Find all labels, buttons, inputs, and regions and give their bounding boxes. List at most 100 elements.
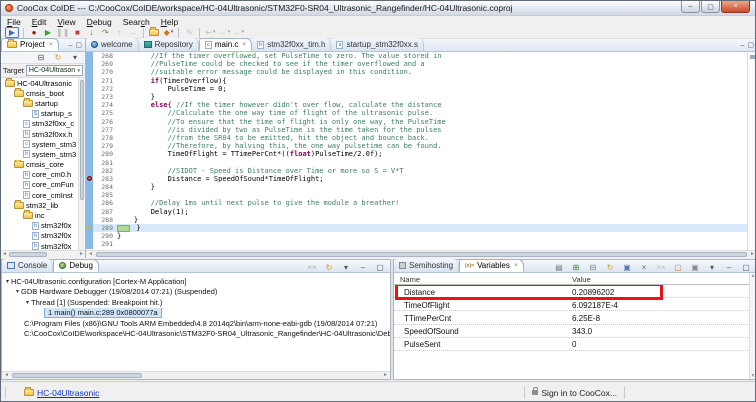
menu-help[interactable]: Help — [161, 17, 178, 27]
new-view-icon[interactable]: ▢ — [672, 262, 684, 273]
minimize-button[interactable]: – — [681, 1, 700, 13]
remove-terminated-icon[interactable]: ×× — [306, 262, 318, 273]
tree-item-system-stm3[interactable]: csystem_stm3 — [1, 139, 85, 149]
format-icon[interactable]: ▣ — [621, 262, 633, 273]
code-line-281[interactable]: 281 — [86, 158, 747, 166]
target-combo[interactable]: HC-04Ultrason ▾ — [26, 65, 83, 76]
maximize-panel-icon[interactable]: ▢ — [75, 41, 82, 49]
tree-item-core-cmfun[interactable]: hcore_cmFun — [1, 180, 85, 190]
debug-icon[interactable]: ● — [28, 27, 40, 38]
code-line-282[interactable]: 282 //SIDOT - Speed is Distance over Tim… — [86, 167, 747, 175]
close-tab-icon[interactable]: × — [242, 41, 246, 48]
debug-tree-row-1[interactable]: ▾GDB Hardware Debugger (19/08/2014 07:21… — [2, 287, 390, 298]
close-tab-icon[interactable]: × — [49, 41, 53, 48]
menu-search[interactable]: Search — [123, 17, 150, 27]
debug-tree-row-3[interactable]: 1 main() main.c:289 0x0800077a — [2, 308, 390, 319]
editor-tab-welcome[interactable]: welcome — [86, 38, 139, 51]
code-line-274[interactable]: 274 else{ //If the timer however didn't … — [86, 101, 747, 109]
minimize-panel-icon[interactable]: – — [723, 262, 735, 273]
menu-file[interactable]: File — [7, 17, 21, 27]
expander-icon[interactable]: ▾ — [16, 288, 19, 295]
expander-icon[interactable]: ▾ — [26, 299, 29, 306]
variables-tab-variables[interactable]: (x)=Variables× — [459, 259, 524, 272]
variable-row-distance[interactable]: Distance0.20896202 — [394, 285, 756, 298]
debug-tree-row-2[interactable]: ▾Thread [1] (Suspended: Breakpoint hit.) — [2, 297, 390, 308]
remove-all-icon[interactable]: ×× — [655, 262, 667, 273]
collapse-all-icon[interactable]: ⊟ — [587, 262, 599, 273]
tree-item-system-stm3[interactable]: hsystem_stm3 — [1, 149, 85, 159]
debug-config-icon[interactable]: ▶ — [5, 27, 19, 38]
signin-area[interactable]: Sign in to CooCox... — [520, 387, 629, 399]
code-line-284[interactable]: 284 } — [86, 183, 747, 191]
project-tree-vscrollbar[interactable] — [78, 78, 85, 250]
tree-item-stm32f0xx-c[interactable]: cstm32f0xx_c — [1, 119, 85, 129]
tree-item-stm32-lib[interactable]: stm32_lib — [1, 200, 85, 210]
code-line-278[interactable]: 278 //from the SR04 to be emitted, hit t… — [86, 134, 747, 142]
code-line-287[interactable]: 287 Delay(1); — [86, 208, 747, 216]
code-line-271[interactable]: 271 if(TimerOverflow){ — [86, 77, 747, 85]
tree-item-core-cm0-h[interactable]: hcore_cm0.h — [1, 170, 85, 180]
variable-row-ttimepercnt[interactable]: TTimePerCnt6.25E-8 — [394, 311, 756, 324]
tree-item-stm32f0x[interactable]: hstm32f0x — [1, 221, 85, 231]
tree-item-hc-04ultrasonic[interactable]: HC-04Ultrasonic — [1, 78, 85, 88]
tree-item-cmsis-core[interactable]: cmsis_core — [1, 160, 85, 170]
code-line-288[interactable]: 288 } — [86, 216, 747, 224]
code-line-275[interactable]: 275 //Calculate the one way time of flig… — [86, 109, 747, 117]
tree-item-inc[interactable]: inc — [1, 210, 85, 220]
code-line-291[interactable]: 291 — [86, 240, 747, 248]
tree-item-core-cminst[interactable]: hcore_cmInst — [1, 190, 85, 200]
tree-item-startup-s[interactable]: Sstartup_s — [1, 109, 85, 119]
project-tree-hscrollbar[interactable]: ◄ ► — [1, 250, 85, 258]
tree-item-stm32f0x[interactable]: hstm32f0x — [1, 231, 85, 241]
variables-vscrollbar[interactable]: ▲▼ — [749, 273, 756, 379]
minimize-panel-icon[interactable]: – — [68, 42, 72, 49]
debug-tree-row-4[interactable]: C:\Program Files (x86)\GNU Tools ARM Emb… — [2, 318, 390, 329]
tree-item-stm32f0x[interactable]: hstm32f0x — [1, 241, 85, 250]
view-menu-icon[interactable]: ▾ — [706, 262, 718, 273]
code-line-285[interactable]: 285 — [86, 191, 747, 199]
maximize-panel-icon[interactable]: ▢ — [374, 262, 386, 273]
code-lines[interactable]: 268 //If the timer overflowed, set Pulse… — [86, 52, 747, 250]
close-button[interactable]: × — [721, 1, 750, 13]
collapse-all-icon[interactable]: ⊟ — [35, 52, 47, 63]
code-line-289[interactable]: ►289 } — [86, 224, 747, 232]
minimize-panel-icon[interactable]: – — [740, 42, 744, 49]
debug-tree-row-0[interactable]: ▾HC-04Ultrasonic.configuration [Cortex-M… — [2, 276, 390, 287]
maximize-button[interactable]: ▢ — [701, 1, 720, 13]
close-tab-icon[interactable]: × — [514, 262, 518, 269]
menu-debug[interactable]: Debug — [87, 17, 112, 27]
editor-tab-stm32f0xx-tim-h[interactable]: hstm32f0xx_tim.h — [252, 38, 331, 51]
project-link[interactable]: HC-04Ultrasonic — [37, 388, 99, 398]
code-line-283[interactable]: 283 Distance = SpeedOfSound*TimeOfFlight… — [86, 175, 747, 183]
code-line-279[interactable]: 279 //Therefore, by halving this, the on… — [86, 142, 747, 150]
minimize-panel-icon[interactable]: – — [357, 262, 369, 273]
debug-tree-row-5[interactable]: C:\CooCox\CoIDE\workspace\HC-04Ultrasoni… — [2, 329, 390, 340]
open-folder-icon[interactable] — [148, 27, 160, 38]
project-tab-project[interactable]: Project× — [1, 38, 59, 51]
show-columns-icon[interactable]: ▤ — [553, 262, 565, 273]
menu-view[interactable]: View — [57, 17, 75, 27]
code-line-286[interactable]: 286 //Delay 1ms until next pulse to give… — [86, 199, 747, 207]
debug-tab-debug[interactable]: Debug — [53, 259, 99, 272]
maximize-panel-icon[interactable]: ▢ — [740, 262, 752, 273]
code-line-273[interactable]: 273 } — [86, 93, 747, 101]
tree-item-stm32f0xx-h[interactable]: hstm32f0xx.h — [1, 129, 85, 139]
maximize-panel-icon[interactable]: ▢ — [747, 41, 754, 49]
editor-tab-main-c[interactable]: cmain.c× — [199, 38, 252, 51]
editor-tab-repository[interactable]: Repository — [139, 38, 199, 51]
stop-icon[interactable]: ■ — [71, 27, 83, 38]
code-line-276[interactable]: 276 //To ensure that the time of flight … — [86, 118, 747, 126]
breakpoint-icon[interactable] — [87, 176, 92, 181]
refresh-icon[interactable]: ↻ — [52, 52, 64, 63]
variable-row-timeofflight[interactable]: TimeOfFlight6.092187E-4 — [394, 298, 756, 311]
code-line-277[interactable]: 277 //is divided by two as PulseTime is … — [86, 126, 747, 134]
tree-item-cmsis-boot[interactable]: cmsis_boot — [1, 88, 85, 98]
step-over-icon[interactable]: ↷ — [99, 27, 111, 38]
expander-icon[interactable]: ▾ — [6, 278, 9, 285]
add-variable-icon[interactable]: ⊞ — [570, 262, 582, 273]
code-line-269[interactable]: 269 //PulseTime could be checked to see … — [86, 60, 747, 68]
debug-tab-console[interactable]: Console — [2, 259, 53, 272]
download-to-flash-icon[interactable]: ◆▾ — [162, 27, 174, 38]
tree-item-startup[interactable]: startup — [1, 98, 85, 108]
code-line-290[interactable]: 290} — [86, 232, 747, 240]
